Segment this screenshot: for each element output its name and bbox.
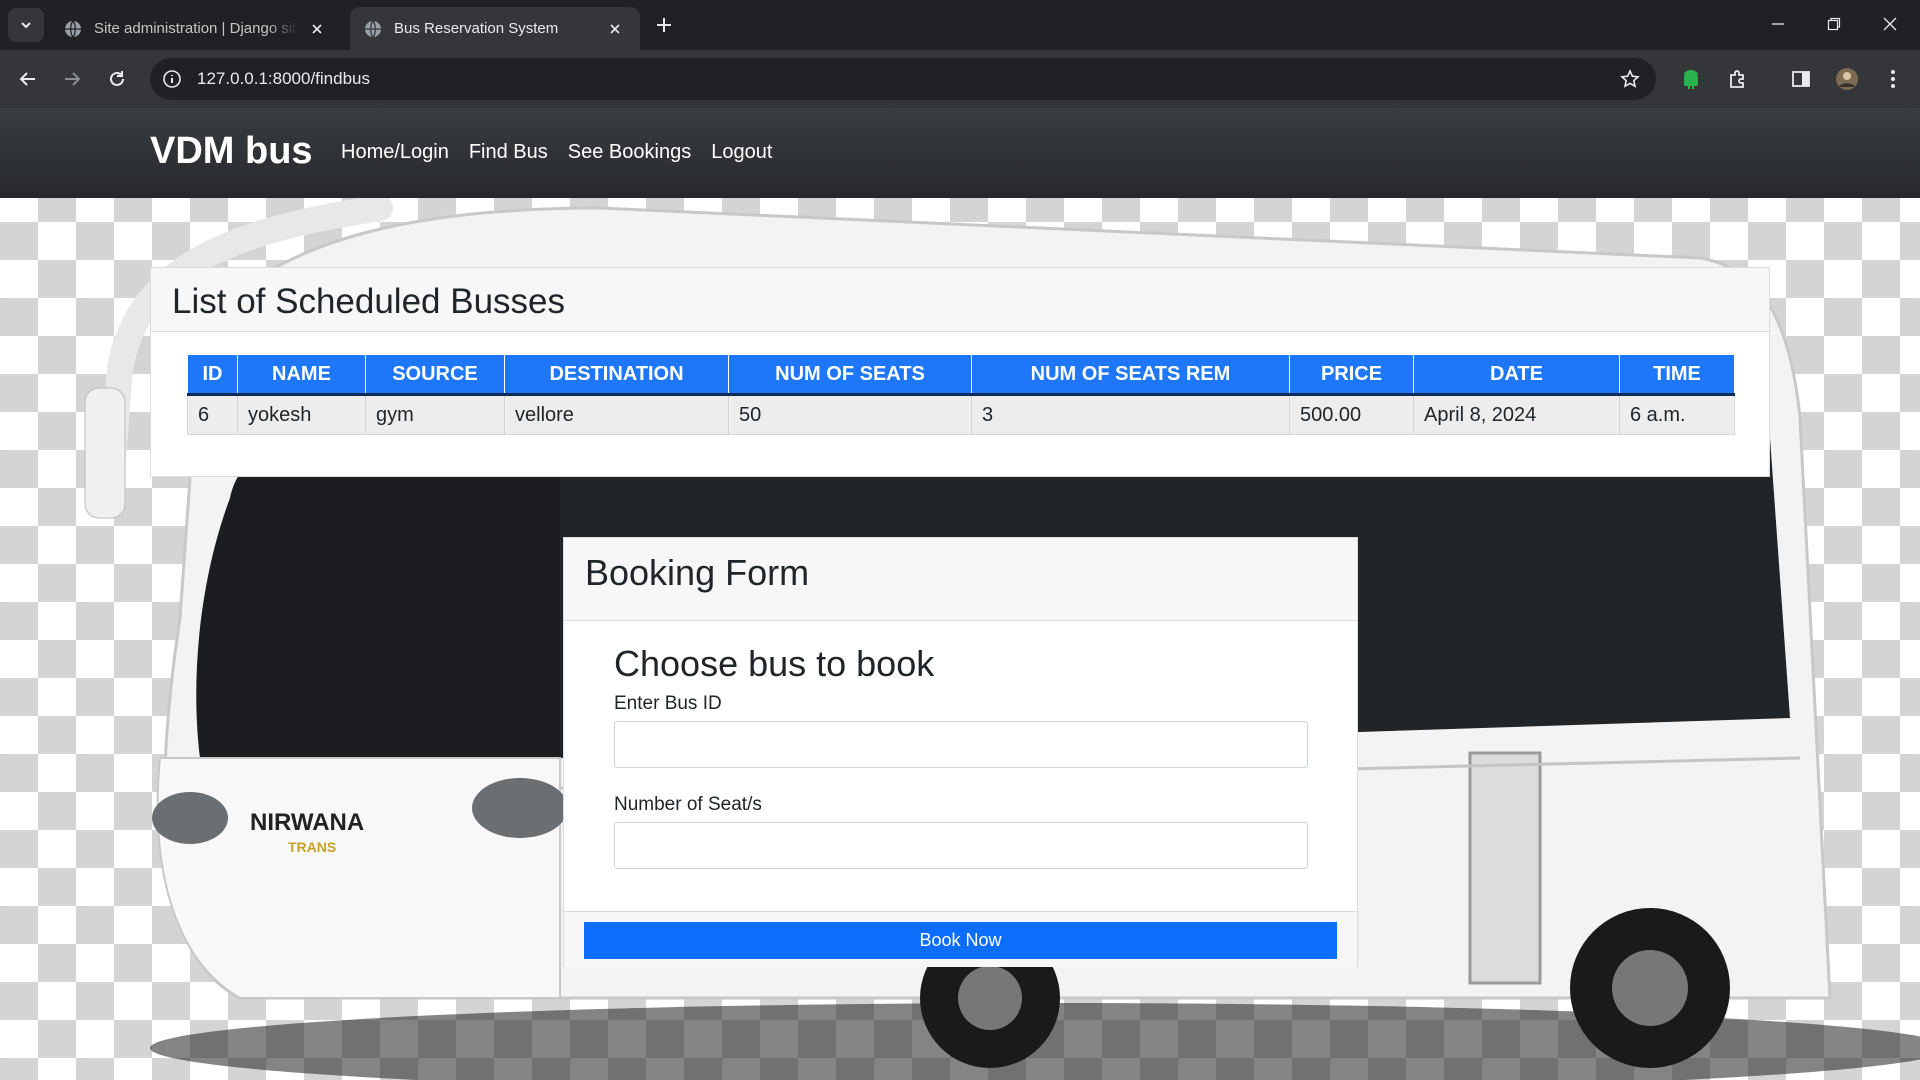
tab-search-button[interactable] bbox=[8, 8, 44, 42]
bus-schedule-table: ID NAME SOURCE DESTINATION NUM OF SEATS … bbox=[187, 354, 1735, 435]
android-extension-icon[interactable] bbox=[1678, 66, 1704, 92]
more-menu-icon[interactable] bbox=[1880, 66, 1906, 92]
new-tab-button[interactable] bbox=[650, 11, 678, 39]
column-header-id: ID bbox=[187, 354, 238, 396]
bus-logo-subtext: TRANS bbox=[288, 839, 336, 855]
back-button[interactable] bbox=[12, 63, 44, 95]
page-viewport: NIRWANA TRANS VDM bus Home/Login Find Bu… bbox=[0, 108, 1920, 1080]
close-window-button[interactable] bbox=[1862, 0, 1918, 48]
column-header-num-seats: NUM OF SEATS bbox=[728, 354, 972, 396]
side-panel-icon[interactable] bbox=[1788, 66, 1814, 92]
tab-title: Bus Reservation System bbox=[394, 20, 559, 37]
tab-title: Site administration | Django site admin bbox=[94, 20, 298, 37]
restore-button[interactable] bbox=[1806, 0, 1862, 48]
cell-date: April 8, 2024 bbox=[1413, 394, 1620, 435]
bookmark-star-icon[interactable] bbox=[1618, 67, 1642, 91]
booking-form-card: Booking Form Choose bus to book Enter Bu… bbox=[563, 537, 1358, 967]
plus-icon bbox=[657, 18, 671, 32]
column-header-seats-remaining: NUM OF SEATS REM bbox=[971, 354, 1290, 396]
schedule-title: List of Scheduled Busses bbox=[151, 268, 1769, 332]
reload-icon bbox=[110, 71, 124, 86]
column-header-name: NAME bbox=[237, 354, 366, 396]
reload-button[interactable] bbox=[101, 63, 133, 95]
extensions-puzzle-icon[interactable] bbox=[1725, 66, 1751, 92]
column-header-price: PRICE bbox=[1289, 354, 1414, 396]
cell-seats-remaining: 3 bbox=[971, 394, 1290, 435]
bus-logo-text: NIRWANA bbox=[250, 809, 364, 836]
table-row: 6 yokesh gym vellore 50 3 500.00 April 8… bbox=[187, 394, 1735, 435]
address-bar[interactable]: 127.0.0.1:8000/findbus bbox=[150, 58, 1656, 100]
cell-name: yokesh bbox=[237, 394, 366, 435]
cell-price: 500.00 bbox=[1289, 394, 1414, 435]
nav-links: Home/Login Find Bus See Bookings Logout bbox=[341, 141, 772, 164]
nav-logout[interactable]: Logout bbox=[711, 141, 772, 164]
nav-find-bus[interactable]: Find Bus bbox=[469, 141, 548, 164]
column-header-time: TIME bbox=[1619, 354, 1735, 396]
column-header-source: SOURCE bbox=[365, 354, 505, 396]
seats-input[interactable] bbox=[614, 822, 1308, 869]
column-header-date: DATE bbox=[1413, 354, 1620, 396]
bus-id-label: Enter Bus ID bbox=[614, 693, 722, 714]
close-icon bbox=[1883, 17, 1897, 31]
globe-icon bbox=[65, 20, 81, 37]
browser-tab-strip: Site administration | Django site admin … bbox=[0, 0, 1920, 50]
cell-id: 6 bbox=[187, 394, 238, 435]
brand-logo[interactable]: VDM bus bbox=[150, 130, 313, 173]
cell-destination: vellore bbox=[504, 394, 729, 435]
site-navbar: VDM bus Home/Login Find Bus See Bookings… bbox=[0, 108, 1920, 198]
book-now-button[interactable]: Book Now bbox=[584, 922, 1337, 959]
seats-label: Number of Seat/s bbox=[614, 794, 762, 815]
booking-form-title: Booking Form bbox=[564, 538, 1357, 621]
booking-form-footer: Book Now bbox=[564, 911, 1357, 967]
table-header-row: ID NAME SOURCE DESTINATION NUM OF SEATS … bbox=[187, 354, 1735, 396]
close-tab-icon[interactable] bbox=[306, 18, 328, 40]
cell-source: gym bbox=[365, 394, 505, 435]
browser-toolbar: 127.0.0.1:8000/findbus bbox=[0, 50, 1920, 138]
cell-time: 6 a.m. bbox=[1619, 394, 1735, 435]
tab-bus-reservation[interactable]: Bus Reservation System bbox=[350, 7, 640, 50]
globe-icon bbox=[365, 20, 381, 37]
bus-id-input[interactable] bbox=[614, 721, 1308, 768]
url-text: 127.0.0.1:8000/findbus bbox=[197, 69, 370, 88]
booking-form-heading: Choose bus to book bbox=[614, 643, 935, 684]
info-icon[interactable] bbox=[160, 67, 184, 91]
nav-see-bookings[interactable]: See Bookings bbox=[568, 141, 691, 164]
nav-home-login[interactable]: Home/Login bbox=[341, 141, 449, 164]
booking-form-body: Choose bus to book Enter Bus ID Number o… bbox=[564, 621, 1357, 911]
minimize-icon bbox=[1772, 23, 1784, 25]
cell-num-seats: 50 bbox=[728, 394, 972, 435]
minimize-button[interactable] bbox=[1750, 0, 1806, 48]
arrow-left-icon bbox=[19, 72, 35, 86]
arrow-right-icon bbox=[65, 72, 81, 86]
scheduled-busses-card: List of Scheduled Busses ID NAME SOURCE … bbox=[150, 267, 1770, 477]
chevron-down-icon bbox=[21, 22, 31, 29]
close-tab-icon[interactable] bbox=[604, 18, 626, 40]
column-header-destination: DESTINATION bbox=[504, 354, 729, 396]
restore-icon bbox=[1827, 17, 1841, 31]
forward-button[interactable] bbox=[56, 63, 88, 95]
profile-avatar[interactable] bbox=[1834, 66, 1860, 92]
tab-django-admin[interactable]: Site administration | Django site admin bbox=[50, 7, 342, 50]
